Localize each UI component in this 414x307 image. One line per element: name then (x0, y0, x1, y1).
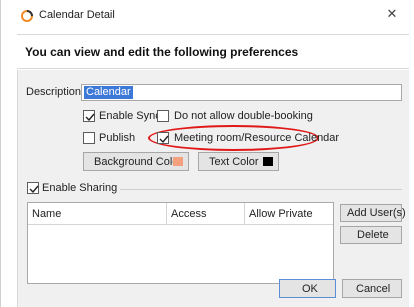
checkmark-icon (85, 113, 95, 122)
cancel-button[interactable]: Cancel (342, 279, 402, 298)
publish-checkbox[interactable] (83, 132, 95, 144)
background-color-button[interactable]: Background Color (83, 152, 189, 171)
meeting-room-checkbox[interactable] (157, 132, 169, 144)
description-field[interactable]: Calendar (81, 84, 402, 101)
checkmark-icon (159, 135, 169, 144)
column-header-allow-private[interactable]: Allow Private (245, 203, 333, 225)
background-color-label: Background Color (94, 156, 183, 168)
ok-button[interactable]: OK (279, 279, 336, 298)
publish-label: Publish (99, 132, 136, 144)
no-double-booking-label: Do not allow double-booking (174, 110, 313, 122)
ok-label: OK (302, 283, 318, 295)
checkmark-icon (29, 185, 39, 194)
enable-sync-label: Enable Sync (99, 110, 161, 122)
column-header-name[interactable]: Name (28, 203, 167, 225)
close-icon[interactable]: ✕ (385, 7, 399, 21)
sharing-separator (120, 189, 402, 190)
sharing-table[interactable]: Name Access Allow Private (27, 202, 334, 284)
text-color-button[interactable]: Text Color (198, 152, 279, 171)
title-bar: Calendar Detail ✕ (1, 0, 414, 30)
background-color-swatch (173, 157, 183, 166)
dialog-body: Description: Calendar Enable Sync Do not… (17, 70, 409, 307)
column-header-access[interactable]: Access (167, 203, 245, 225)
calendar-app-icon (21, 10, 33, 22)
enable-sharing-checkbox[interactable] (27, 182, 39, 194)
add-users-label: Add User(s) (347, 207, 406, 219)
meeting-room-label: Meeting room/Resource Calendar (174, 132, 340, 144)
description-value: Calendar (84, 86, 133, 99)
enable-sync-checkbox[interactable] (83, 110, 95, 122)
window-title: Calendar Detail (39, 9, 115, 21)
header-text: You can view and edit the following pref… (25, 45, 299, 59)
delete-button[interactable]: Delete (340, 226, 402, 244)
header-band: You can view and edit the following pref… (17, 34, 409, 69)
text-color-label: Text Color (209, 156, 259, 168)
column-header-label: Allow Private (249, 208, 313, 220)
enable-sharing-label: Enable Sharing (42, 182, 118, 194)
description-label: Description: (26, 86, 85, 98)
cancel-label: Cancel (356, 283, 391, 295)
column-header-label: Name (32, 208, 62, 220)
column-header-label: Access (171, 208, 207, 220)
text-color-swatch (263, 157, 273, 166)
delete-label: Delete (357, 229, 389, 241)
add-users-button[interactable]: Add User(s) (340, 204, 406, 222)
no-double-booking-checkbox[interactable] (157, 110, 169, 122)
calendar-detail-dialog: Calendar Detail ✕ You can view and edit … (0, 0, 414, 307)
